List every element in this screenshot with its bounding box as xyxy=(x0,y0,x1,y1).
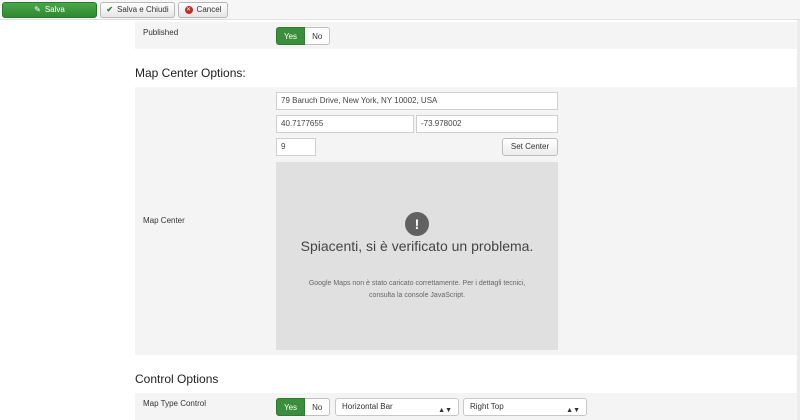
map-center-options-title: Map Center Options: xyxy=(135,66,246,80)
map-type-control-toggle: Yes No xyxy=(276,398,331,416)
cancel-button[interactable]: ✕ Cancel xyxy=(178,2,228,18)
map-error-title: Spiacenti, si è verificato un problema. xyxy=(300,238,534,254)
save-button[interactable]: ✎ Salva xyxy=(2,2,97,18)
map-type-position-select[interactable]: Right Top ▲▼ xyxy=(463,398,587,416)
toolbar: ✎ Salva ✔ Salva e Chiudi ✕ Cancel xyxy=(0,0,800,20)
warning-icon: ! xyxy=(405,212,429,236)
published-no-option[interactable]: No xyxy=(305,27,331,45)
published-row: Published xyxy=(135,22,800,49)
map-type-control-label: Map Type Control xyxy=(143,399,206,408)
save-and-close-label: Salva e Chiudi xyxy=(117,5,169,14)
published-label: Published xyxy=(143,28,179,37)
map-error-message: Google Maps non è stato caricato corrett… xyxy=(308,280,526,299)
control-options-title: Control Options xyxy=(135,372,219,386)
published-yes-option[interactable]: Yes xyxy=(276,27,306,45)
address-input[interactable]: 79 Baruch Drive, New York, NY 10002, USA xyxy=(276,92,558,110)
edit-icon: ✎ xyxy=(34,5,41,14)
chevron-down-icon: ▲▼ xyxy=(438,407,452,414)
map-type-position-value: Right Top xyxy=(470,402,504,411)
cancel-icon: ✕ xyxy=(184,6,193,14)
check-icon: ✔ xyxy=(106,5,114,14)
map-center-label: Map Center xyxy=(143,216,185,225)
map-canvas[interactable]: ! Spiacenti, si è verificato un problema… xyxy=(276,162,558,350)
longitude-input[interactable]: -73.978002 xyxy=(416,115,558,133)
map-type-control-yes-option[interactable]: Yes xyxy=(276,398,306,416)
chevron-down-icon: ▲▼ xyxy=(566,407,580,414)
map-type-style-value: Horizontal Bar xyxy=(342,402,393,411)
zoom-input[interactable]: 9 xyxy=(276,138,316,156)
set-center-button[interactable]: Set Center xyxy=(502,138,558,156)
cancel-label: Cancel xyxy=(196,5,222,14)
save-button-label: Salva xyxy=(44,5,65,14)
map-type-style-select[interactable]: Horizontal Bar ▲▼ xyxy=(335,398,459,416)
save-and-close-button[interactable]: ✔ Salva e Chiudi xyxy=(100,2,175,18)
latitude-input[interactable]: 40.7177655 xyxy=(276,115,414,133)
map-type-control-no-option[interactable]: No xyxy=(305,398,331,416)
published-toggle: Yes No xyxy=(276,27,331,45)
